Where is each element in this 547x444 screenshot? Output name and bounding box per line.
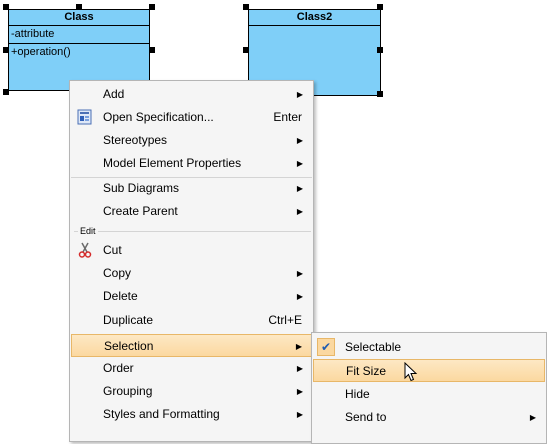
mouse-cursor-icon <box>404 361 418 382</box>
menu-item-shortcut: Enter <box>273 110 302 124</box>
class-attribute[interactable]: -attribute <box>9 26 149 44</box>
menu-item-label: Cut <box>103 243 122 257</box>
submenu-arrow-icon: ▶ <box>296 387 303 396</box>
class-name: Class <box>9 10 149 26</box>
resize-handle-w[interactable] <box>243 47 249 53</box>
submenu-item-label: Fit Size <box>346 364 387 378</box>
class-operation[interactable]: +operation() <box>9 44 149 60</box>
submenu-item-send-to[interactable]: Send to ▶ <box>313 406 545 429</box>
resize-handle-nw[interactable] <box>3 4 9 10</box>
submenu-item-label: Hide <box>345 387 370 401</box>
submenu-arrow-icon: ▶ <box>529 413 536 422</box>
menu-item-model-element-properties[interactable]: Model Element Properties ▶ <box>71 152 312 175</box>
uml-class-class[interactable]: Class -attribute +operation() <box>8 9 150 91</box>
resize-handle-nw[interactable] <box>243 4 249 10</box>
menu-item-label: Selection <box>104 339 154 353</box>
menu-item-order[interactable]: Order ▶ <box>71 357 312 380</box>
submenu-arrow-icon: ▶ <box>296 269 303 278</box>
checkmark-box: ✔ <box>317 338 335 356</box>
submenu-item-label: Selectable <box>345 340 402 354</box>
menu-item-label: Order <box>103 361 134 375</box>
resize-handle-e[interactable] <box>149 47 155 53</box>
submenu-arrow-icon: ▶ <box>295 342 302 351</box>
menu-item-stereotypes[interactable]: Stereotypes ▶ <box>71 129 312 152</box>
checkmark-icon: ✔ <box>321 340 332 354</box>
submenu-arrow-icon: ▶ <box>296 410 303 419</box>
menu-item-label: Delete <box>103 289 138 303</box>
context-menu: Add ▶ Open Specification... Enter Stereo… <box>69 80 314 442</box>
menu-item-label: Styles and Formatting <box>103 407 220 421</box>
menu-group-line <box>74 231 311 232</box>
menu-item-copy[interactable]: Copy ▶ <box>71 262 312 285</box>
menu-item-cut[interactable]: Cut <box>71 239 312 262</box>
specification-icon <box>77 109 93 125</box>
menu-item-styles-and-formatting[interactable]: Styles and Formatting ▶ <box>71 403 312 426</box>
menu-item-label: Add <box>103 87 125 101</box>
submenu-arrow-icon: ▶ <box>296 184 303 193</box>
submenu-arrow-icon: ▶ <box>296 90 303 99</box>
menu-item-label: Copy <box>103 266 132 280</box>
submenu-arrow-icon: ▶ <box>296 292 303 301</box>
menu-item-label: Create Parent <box>103 204 178 218</box>
class2-name: Class2 <box>249 10 380 26</box>
menu-item-add[interactable]: Add ▶ <box>71 83 312 106</box>
resize-handle-n[interactable] <box>76 4 82 10</box>
submenu-item-label: Send to <box>345 410 387 424</box>
selection-submenu: ✔ Selectable Fit Size Hide Send to ▶ <box>311 332 547 444</box>
submenu-arrow-icon: ▶ <box>296 364 303 373</box>
menu-item-create-parent[interactable]: Create Parent ▶ <box>71 200 312 223</box>
resize-handle-ne[interactable] <box>149 4 155 10</box>
resize-handle-e[interactable] <box>377 47 383 53</box>
scissors-icon <box>77 242 93 258</box>
submenu-item-hide[interactable]: Hide <box>313 383 545 406</box>
submenu-arrow-icon: ▶ <box>296 136 303 145</box>
menu-group-label: Edit <box>78 225 98 237</box>
menu-item-label: Stereotypes <box>103 133 168 147</box>
submenu-arrow-icon: ▶ <box>296 207 303 216</box>
resize-handle-ne[interactable] <box>377 4 383 10</box>
menu-item-grouping[interactable]: Grouping ▶ <box>71 380 312 403</box>
menu-item-label: Grouping <box>103 384 153 398</box>
menu-item-selection[interactable]: Selection ▶ <box>71 334 312 357</box>
menu-item-label: Sub Diagrams <box>103 181 180 195</box>
menu-item-label: Model Element Properties <box>103 156 242 170</box>
menu-item-sub-diagrams[interactable]: Sub Diagrams ▶ <box>71 177 312 200</box>
menu-item-duplicate[interactable]: Duplicate Ctrl+E <box>71 309 312 332</box>
menu-item-label: Open Specification... <box>103 110 214 124</box>
menu-group-edit: Edit <box>74 225 311 237</box>
submenu-arrow-icon: ▶ <box>296 159 303 168</box>
resize-handle-sw[interactable] <box>3 89 9 95</box>
resize-handle-w[interactable] <box>3 47 9 53</box>
menu-item-label: Duplicate <box>103 313 154 327</box>
submenu-item-selectable[interactable]: ✔ Selectable <box>313 336 545 359</box>
menu-item-delete[interactable]: Delete ▶ <box>71 285 312 308</box>
menu-item-open-specification[interactable]: Open Specification... Enter <box>71 106 312 129</box>
menu-item-shortcut: Ctrl+E <box>268 313 302 327</box>
resize-handle-se[interactable] <box>377 91 383 97</box>
submenu-item-fit-size[interactable]: Fit Size <box>313 359 545 382</box>
